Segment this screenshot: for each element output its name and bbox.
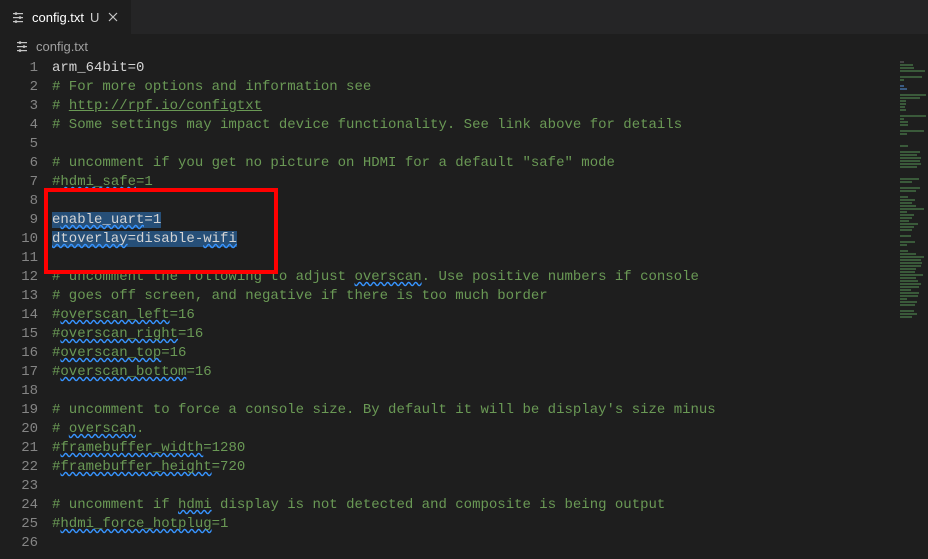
tab-config[interactable]: config.txt U — [0, 0, 132, 34]
breadcrumb-filename: config.txt — [36, 39, 88, 54]
breadcrumb[interactable]: config.txt — [0, 35, 928, 57]
code-line[interactable]: #framebuffer_width=1280 — [52, 439, 898, 458]
line-number: 15 — [0, 325, 38, 344]
line-number: 3 — [0, 97, 38, 116]
line-number: 19 — [0, 401, 38, 420]
line-number: 6 — [0, 154, 38, 173]
code-line[interactable]: #framebuffer_height=720 — [52, 458, 898, 477]
code-line[interactable]: #overscan_left=16 — [52, 306, 898, 325]
line-number: 23 — [0, 477, 38, 496]
line-number: 22 — [0, 458, 38, 477]
line-number: 4 — [0, 116, 38, 135]
code-line[interactable]: #hdmi_force_hotplug=1 — [52, 515, 898, 534]
tab-bar: config.txt U — [0, 0, 928, 35]
line-number: 18 — [0, 382, 38, 401]
code-line[interactable] — [52, 477, 898, 496]
code-line[interactable]: #overscan_top=16 — [52, 344, 898, 363]
line-number: 7 — [0, 173, 38, 192]
code-line[interactable]: # http://rpf.io/configtxt — [52, 97, 898, 116]
code-line[interactable]: # uncomment if you get no picture on HDM… — [52, 154, 898, 173]
line-number: 16 — [0, 344, 38, 363]
tab-filename: config.txt — [32, 10, 84, 25]
line-number: 11 — [0, 249, 38, 268]
line-number: 26 — [0, 534, 38, 553]
line-number: 25 — [0, 515, 38, 534]
line-number: 14 — [0, 306, 38, 325]
editor[interactable]: 1234567891011121314151617181920212223242… — [0, 57, 928, 559]
line-number: 5 — [0, 135, 38, 154]
code-line[interactable] — [52, 135, 898, 154]
code-line[interactable] — [52, 382, 898, 401]
line-number: 21 — [0, 439, 38, 458]
line-number: 1 — [0, 59, 38, 78]
line-number: 20 — [0, 420, 38, 439]
tab-modified-badge: U — [90, 10, 99, 25]
line-number: 12 — [0, 268, 38, 287]
code-line[interactable]: # uncomment the following to adjust over… — [52, 268, 898, 287]
code-line[interactable]: #overscan_bottom=16 — [52, 363, 898, 382]
code-line[interactable]: dtoverlay=disable-wifi — [52, 230, 898, 249]
code-line[interactable]: # goes off screen, and negative if there… — [52, 287, 898, 306]
line-number: 17 — [0, 363, 38, 382]
code-area[interactable]: arm_64bit=0# For more options and inform… — [52, 57, 898, 559]
code-line[interactable]: #overscan_right=16 — [52, 325, 898, 344]
code-line[interactable]: # Some settings may impact device functi… — [52, 116, 898, 135]
code-line[interactable] — [52, 249, 898, 268]
line-number: 10 — [0, 230, 38, 249]
code-line[interactable]: arm_64bit=0 — [52, 59, 898, 78]
code-line[interactable]: enable_uart=1 — [52, 211, 898, 230]
code-line[interactable] — [52, 534, 898, 553]
line-number: 8 — [0, 192, 38, 211]
code-line[interactable]: # uncomment if hdmi display is not detec… — [52, 496, 898, 515]
code-line[interactable]: # For more options and information see — [52, 78, 898, 97]
code-line[interactable]: # overscan. — [52, 420, 898, 439]
tab-close-button[interactable] — [105, 9, 121, 25]
code-line[interactable] — [52, 192, 898, 211]
line-number: 9 — [0, 211, 38, 230]
settings-file-icon — [14, 38, 30, 54]
minimap[interactable] — [898, 57, 928, 559]
line-number: 13 — [0, 287, 38, 306]
code-line[interactable]: # uncomment to force a console size. By … — [52, 401, 898, 420]
settings-file-icon — [10, 9, 26, 25]
code-line[interactable]: #hdmi_safe=1 — [52, 173, 898, 192]
line-number: 24 — [0, 496, 38, 515]
line-number: 2 — [0, 78, 38, 97]
line-number-gutter: 1234567891011121314151617181920212223242… — [0, 57, 52, 559]
